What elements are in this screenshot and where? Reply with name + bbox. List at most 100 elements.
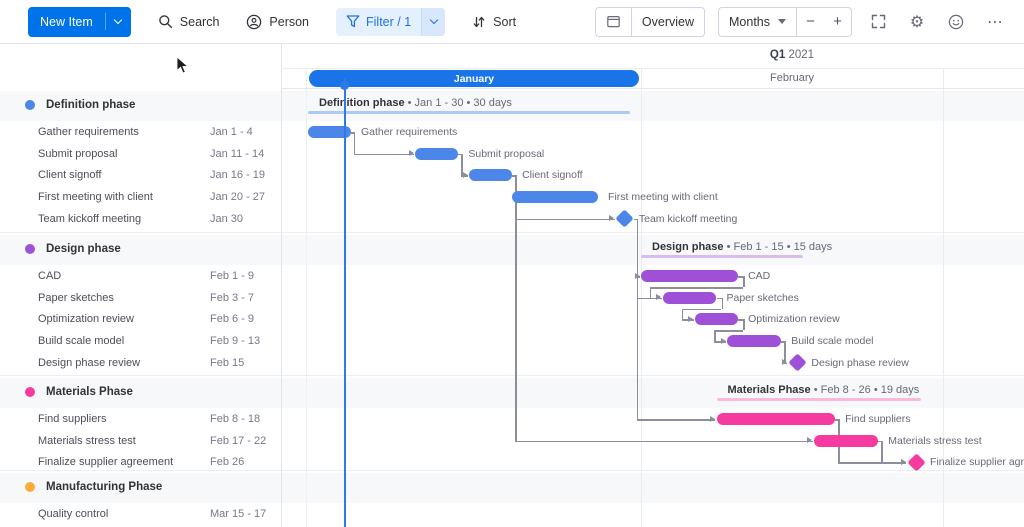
phase-name: Materials Phase xyxy=(46,386,133,398)
task-dates: Mar 15 - 17 xyxy=(210,507,266,521)
task-name[interactable]: CAD xyxy=(38,269,61,283)
task-dates: Feb 8 - 18 xyxy=(210,412,260,426)
dependency-arrowhead xyxy=(656,294,661,300)
milestone-label: Team kickoff meeting xyxy=(639,213,737,225)
phase-summary-underline xyxy=(308,111,630,114)
year-label: 2021 xyxy=(788,49,814,61)
gridline xyxy=(281,68,1024,69)
sort-button[interactable]: Sort xyxy=(472,15,516,29)
search-button[interactable]: Search xyxy=(158,14,220,29)
task-bar[interactable] xyxy=(641,270,738,282)
task-bar[interactable] xyxy=(727,335,781,347)
task-name[interactable]: Optimization review xyxy=(38,312,134,326)
dependency-arrowhead xyxy=(901,459,906,465)
zoom-level-select[interactable]: Months xyxy=(719,8,796,36)
calendar-view-button[interactable] xyxy=(596,8,631,36)
task-bar-label: Client signoff xyxy=(522,169,583,181)
dependency-arrowhead xyxy=(807,437,812,443)
phase-name: Definition phase xyxy=(46,99,135,111)
task-bar-label: Submit proposal xyxy=(468,148,544,160)
phase-row[interactable]: Materials Phase xyxy=(25,384,133,400)
phase-summary: Materials Phase • Feb 8 - 26 • 19 days xyxy=(728,383,920,397)
task-name[interactable]: Submit proposal xyxy=(38,147,118,161)
task-name[interactable]: Quality control xyxy=(38,507,108,521)
feedback-button[interactable] xyxy=(943,9,969,35)
task-dates: Feb 1 - 9 xyxy=(210,269,254,283)
task-name[interactable]: Gather requirements xyxy=(38,125,139,139)
person-label: Person xyxy=(269,15,309,29)
task-bar-label: Materials stress test xyxy=(888,435,981,447)
today-marker-dot xyxy=(340,81,349,90)
panel-divider xyxy=(281,44,282,527)
task-name[interactable]: Find suppliers xyxy=(38,412,106,426)
fullscreen-button[interactable] xyxy=(865,9,891,35)
task-dates: Jan 11 - 14 xyxy=(210,147,264,161)
dependency-arrowhead xyxy=(721,338,726,344)
toolbar: New Item Search Person Filter / 1 xyxy=(0,0,1024,44)
task-bar[interactable] xyxy=(512,191,598,203)
quarter-label: Q1 xyxy=(770,49,785,61)
more-options-button[interactable]: ⋯ xyxy=(982,9,1008,35)
task-name[interactable]: Team kickoff meeting xyxy=(38,212,141,226)
dependency-connector xyxy=(881,441,883,463)
dependency-connector xyxy=(637,219,639,419)
sort-icon xyxy=(472,15,486,29)
task-bar[interactable] xyxy=(469,169,512,181)
filter-dropdown[interactable] xyxy=(421,8,445,36)
task-name[interactable]: Build scale model xyxy=(38,334,124,348)
task-dates: Feb 26 xyxy=(210,455,244,469)
new-item-dropdown[interactable] xyxy=(106,7,131,37)
dependency-connector xyxy=(722,298,724,309)
person-icon xyxy=(246,14,262,30)
gridline xyxy=(281,88,1024,89)
phase-row[interactable]: Design phase xyxy=(25,241,121,257)
task-bar[interactable] xyxy=(717,413,836,425)
milestone-diamond[interactable] xyxy=(907,453,925,471)
task-name[interactable]: Design phase review xyxy=(38,356,140,370)
chevron-down-icon xyxy=(114,16,122,24)
task-name[interactable]: Materials stress test xyxy=(38,434,136,448)
zoom-in-button[interactable]: + xyxy=(824,8,851,36)
task-bar[interactable] xyxy=(415,148,458,160)
filter-button[interactable]: Filter / 1 xyxy=(336,8,445,36)
dependency-connector xyxy=(714,330,716,341)
task-dates: Feb 15 xyxy=(210,356,244,370)
milestone-diamond[interactable] xyxy=(788,354,806,372)
dependency-connector xyxy=(743,276,745,287)
task-bar[interactable] xyxy=(695,313,738,325)
task-bar-label: Optimization review xyxy=(748,313,840,325)
phase-color-dot xyxy=(25,482,35,492)
task-dates: Feb 6 - 9 xyxy=(210,312,254,326)
filter-label: Filter / 1 xyxy=(366,15,411,29)
dependency-connector xyxy=(682,309,722,311)
section-separator xyxy=(0,375,1024,376)
phase-row-band xyxy=(0,235,1024,265)
overview-button[interactable]: Overview xyxy=(632,8,704,36)
phase-row[interactable]: Manufacturing Phase xyxy=(25,479,162,495)
dependency-connector xyxy=(637,419,716,421)
milestone-diamond[interactable] xyxy=(616,210,634,228)
section-separator xyxy=(0,232,1024,233)
smiley-bubble-icon xyxy=(948,14,964,30)
new-item-button[interactable]: New Item xyxy=(28,7,131,37)
dependency-arrowhead xyxy=(409,150,414,156)
phase-row[interactable]: Definition phase xyxy=(25,97,135,113)
task-dates: Feb 17 - 22 xyxy=(210,434,266,448)
settings-button[interactable]: ⚙ xyxy=(904,9,930,35)
dependency-connector xyxy=(515,219,615,221)
person-filter-button[interactable]: Person xyxy=(246,14,309,30)
month-pill-active[interactable]: January xyxy=(309,70,639,87)
dependency-arrowhead xyxy=(782,359,787,365)
task-name[interactable]: Finalize supplier agreement xyxy=(38,455,173,469)
zoom-out-button[interactable]: − xyxy=(797,8,824,36)
task-dates: Jan 16 - 19 xyxy=(210,168,265,182)
phase-color-dot xyxy=(25,244,35,254)
task-name[interactable]: Paper sketches xyxy=(38,291,114,305)
task-bar-label: Gather requirements xyxy=(361,126,457,138)
quarter-header: Q1 2021 xyxy=(641,49,943,61)
task-bar[interactable] xyxy=(814,435,879,447)
dependency-connector xyxy=(714,330,743,332)
task-name[interactable]: First meeting with client xyxy=(38,190,153,204)
task-bar[interactable] xyxy=(663,292,717,304)
task-name[interactable]: Client signoff xyxy=(38,168,101,182)
